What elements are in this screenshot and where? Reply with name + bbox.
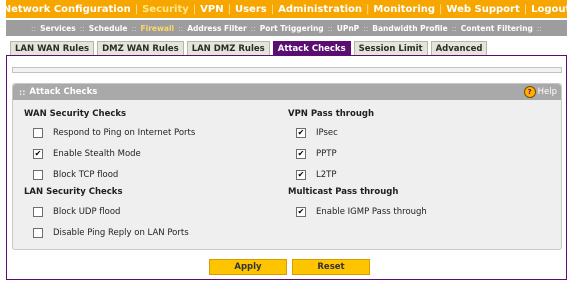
sub-menu-schedule[interactable]: Schedule [89, 24, 128, 33]
top-menu-vpn[interactable]: VPN [200, 4, 223, 15]
disable-ping-checkbox[interactable] [33, 228, 43, 238]
igmp-checkbox[interactable]: ✔ [296, 207, 306, 217]
sub-menu-separator: :: [327, 23, 333, 33]
grip-icon: :: [19, 87, 26, 97]
top-menu-security[interactable]: Security [142, 4, 189, 15]
l2tp-checkbox[interactable]: ✔ [296, 170, 306, 180]
top-menu-network-configuration[interactable]: Network Configuration [3, 4, 131, 15]
content-frame: :: Attack Checks ? Help WAN Security Che… [6, 55, 567, 280]
top-menu-separator: | [270, 3, 275, 15]
stealth-mode-label: Enable Stealth Mode [53, 149, 141, 159]
help-link[interactable]: ? Help [523, 86, 557, 98]
ipsec-checkbox[interactable]: ✔ [296, 128, 306, 138]
sub-menu-content-filtering[interactable]: Content Filtering [461, 24, 533, 33]
top-menu: | Network Configuration | Security | VPN… [3, 0, 570, 18]
sub-menu-separator: :: [451, 23, 457, 33]
disable-ping-option: Disable Ping Reply on LAN Ports [33, 228, 189, 238]
tab-advanced[interactable]: Advanced [430, 41, 488, 56]
tab-lan-dmz-rules[interactable]: LAN DMZ Rules [186, 41, 270, 56]
tab-lan-wan-rules[interactable]: LAN WAN Rules [10, 41, 95, 56]
stealth-mode-checkbox[interactable]: ✔ [33, 149, 43, 159]
top-menu-separator: | [439, 3, 443, 15]
pptp-checkbox[interactable]: ✔ [296, 149, 306, 159]
respond-ping-label: Respond to Ping on Internet Ports [53, 128, 196, 138]
reset-button[interactable]: Reset [292, 259, 370, 275]
sub-menu-separator: :: [536, 23, 542, 33]
top-menu-separator: | [227, 3, 231, 15]
tab-dmz-wan-rules[interactable]: DMZ WAN Rules [97, 41, 184, 56]
tab-attack-checks[interactable]: Attack Checks [272, 41, 351, 56]
wan-security-title: WAN Security Checks [24, 109, 127, 119]
stealth-mode-option: ✔ Enable Stealth Mode [33, 149, 141, 159]
respond-ping-checkbox[interactable] [33, 128, 43, 138]
igmp-label: Enable IGMP Pass through [316, 207, 427, 217]
top-menu-monitoring[interactable]: Monitoring [373, 4, 435, 15]
top-menu-web-support[interactable]: Web Support [446, 4, 519, 15]
ipsec-label: IPsec [316, 128, 338, 138]
lan-security-title: LAN Security Checks [24, 187, 123, 197]
block-udp-option: Block UDP flood [33, 207, 120, 217]
sub-menu-port-triggering[interactable]: Port Triggering [260, 24, 324, 33]
vpn-pass-title: VPN Pass through [288, 109, 375, 119]
help-icon: ? [523, 86, 536, 98]
top-menu-separator: | [134, 3, 139, 15]
sub-menu-separator: :: [79, 23, 85, 33]
sub-menu-bandwidth-profile[interactable]: Bandwidth Profile [372, 24, 447, 33]
apply-button[interactable]: Apply [209, 259, 287, 275]
multicast-pass-title: Multicast Pass through [288, 187, 399, 197]
block-udp-label: Block UDP flood [53, 207, 121, 217]
sub-menu-upnp[interactable]: UPnP [337, 24, 359, 33]
l2tp-label: L2TP [316, 170, 337, 180]
top-menu-users[interactable]: Users [235, 4, 267, 15]
sub-menu-separator: :: [178, 23, 184, 33]
tab-session-limit[interactable]: Session Limit [353, 41, 428, 56]
status-bar [12, 67, 562, 73]
l2tp-option: ✔ L2TP [296, 170, 336, 180]
sub-menu-separator: :: [131, 23, 137, 33]
sub-menu-separator: :: [363, 23, 369, 33]
attack-checks-panel: :: Attack Checks ? Help WAN Security Che… [12, 83, 562, 250]
sub-menu-firewall[interactable]: Firewall [141, 24, 175, 33]
sub-menu-separator: :: [250, 23, 256, 33]
block-tcp-checkbox[interactable] [33, 170, 43, 180]
pptp-label: PPTP [316, 149, 337, 159]
panel-title: Attack Checks [29, 87, 98, 97]
block-tcp-label: Block TCP flood [53, 170, 119, 180]
block-udp-checkbox[interactable] [33, 207, 43, 217]
block-tcp-option: Block TCP flood [33, 170, 118, 180]
top-menu-separator: | [523, 3, 528, 15]
top-menu-administration[interactable]: Administration [278, 4, 362, 15]
pptp-option: ✔ PPTP [296, 149, 337, 159]
igmp-option: ✔ Enable IGMP Pass through [296, 207, 427, 217]
top-menu-logout[interactable]: Logout [531, 4, 570, 15]
sub-menu-address-filter[interactable]: Address Filter [187, 24, 247, 33]
top-menu-separator: | [366, 3, 370, 15]
sub-menu-separator: :: [31, 23, 37, 33]
ipsec-option: ✔ IPsec [296, 128, 338, 138]
panel-header: :: Attack Checks ? Help [13, 84, 561, 100]
help-label: Help [537, 87, 557, 97]
sub-menu-services[interactable]: Services [40, 24, 76, 33]
top-menu-separator: | [192, 3, 197, 15]
respond-ping-option: Respond to Ping on Internet Ports [33, 128, 195, 138]
sub-menu: :: Services :: Schedule :: Firewall :: A… [6, 20, 567, 36]
disable-ping-label: Disable Ping Reply on LAN Ports [53, 228, 189, 238]
tab-bar: LAN WAN Rules DMZ WAN Rules LAN DMZ Rule… [10, 41, 488, 56]
